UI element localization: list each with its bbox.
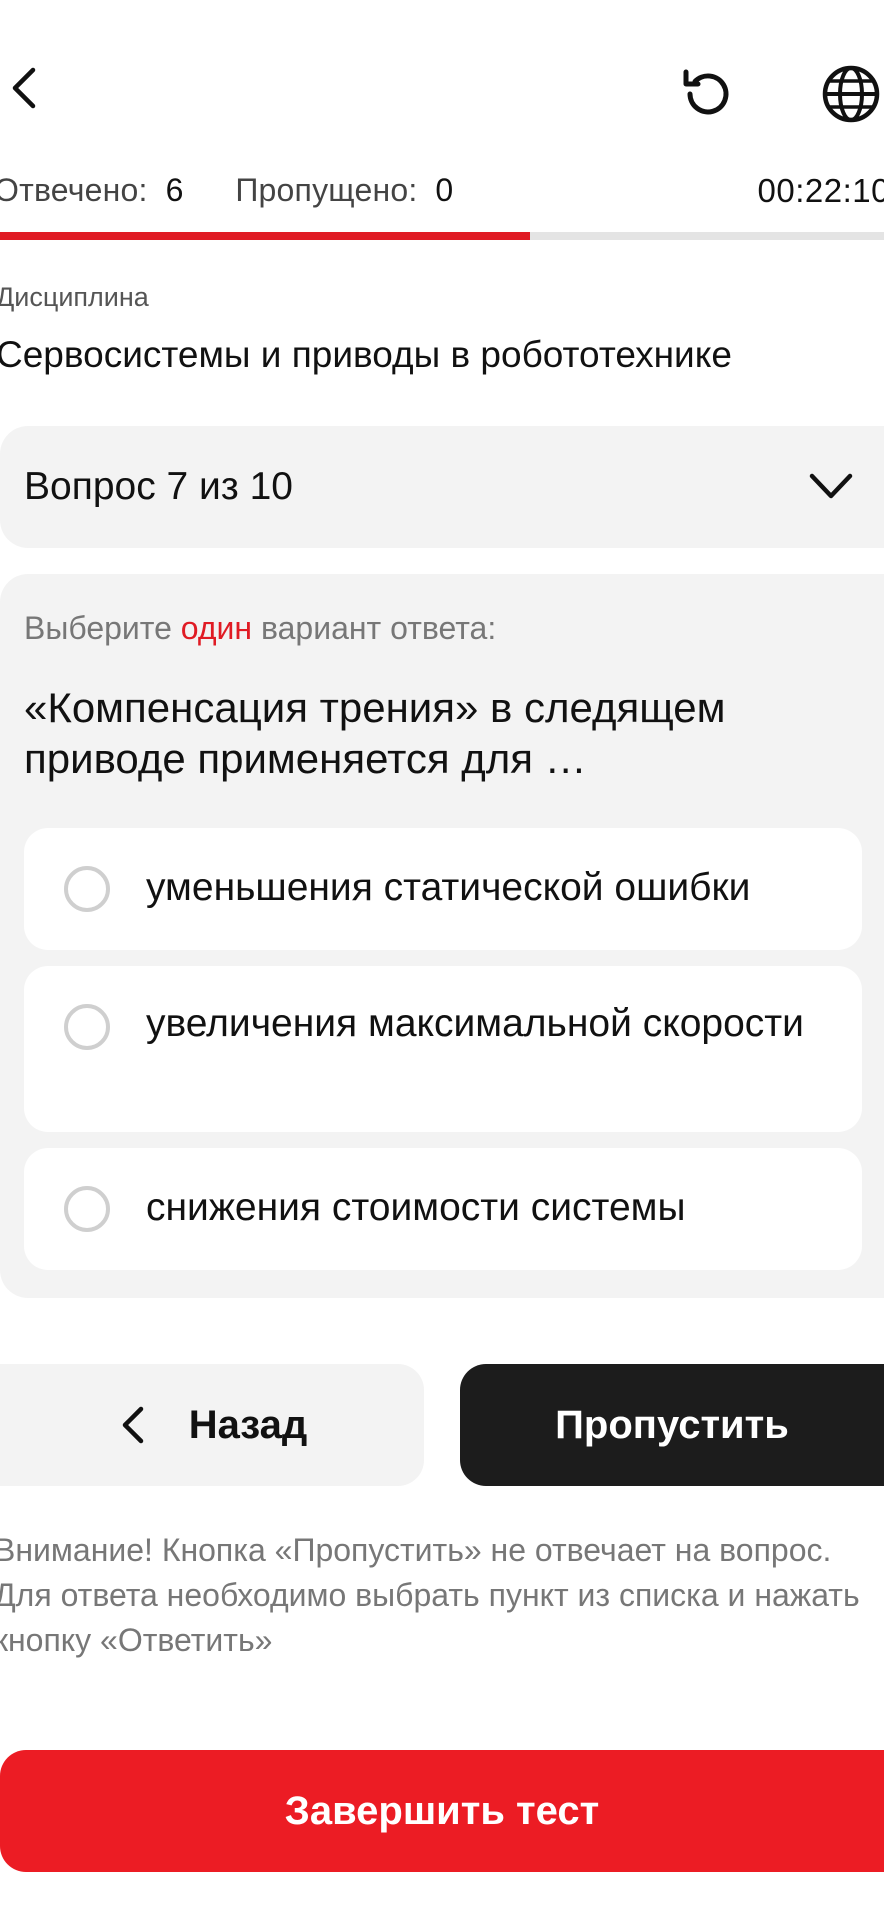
progress-fill <box>0 232 531 240</box>
finish-button-label: Завершить тест <box>284 1788 600 1833</box>
question-selector[interactable]: Вопрос 7 из 10 <box>0 426 884 548</box>
question-text: «Компенсация трения» в следящем приводе … <box>24 684 726 782</box>
back-arrow-icon[interactable] <box>0 62 48 114</box>
skip-warning: Внимание! Кнопка «Пропустить» не отвечае… <box>0 1532 860 1658</box>
answer-instruction: Выберите один вариант ответа: <box>24 610 496 647</box>
chevron-left-icon <box>122 1406 143 1444</box>
discipline-label: Дисциплина <box>0 282 149 312</box>
radio-button[interactable] <box>64 1004 110 1050</box>
answer-counters: Отвечено: 6 Пропущено: 0 <box>0 172 453 209</box>
radio-button[interactable] <box>64 866 110 912</box>
answer-option-text: уменьшения статической ошибки <box>146 866 751 909</box>
skipped-label: Пропущено: <box>235 172 418 208</box>
progress-bar <box>0 232 884 240</box>
answer-option[interactable]: уменьшения статической ошибки <box>24 828 862 950</box>
globe-icon[interactable] <box>818 62 884 126</box>
instruction-highlight: один <box>180 610 253 646</box>
answer-option-text: снижения стоимости системы <box>146 1186 686 1229</box>
skip-button-label: Пропустить <box>555 1402 789 1447</box>
answered-count: 6 <box>165 172 184 208</box>
chevron-down-icon <box>809 473 853 499</box>
answer-option[interactable]: снижения стоимости системы <box>24 1148 862 1270</box>
answer-option[interactable]: увеличения максимальной скорости <box>24 966 862 1132</box>
timer: 00:22:10 <box>757 172 884 209</box>
finish-test-button[interactable]: Завершить тест <box>0 1750 884 1872</box>
question-card: Выберите один вариант ответа: «Компенсац… <box>0 574 884 1298</box>
radio-button[interactable] <box>64 1186 110 1232</box>
skip-button[interactable]: Пропустить <box>460 1364 884 1486</box>
answer-option-text: увеличения максимальной скорости <box>146 1002 804 1045</box>
back-button[interactable]: Назад <box>0 1364 424 1486</box>
instruction-prefix: Выберите <box>24 610 172 646</box>
answered-label: Отвечено: <box>0 172 148 208</box>
back-button-label: Назад <box>188 1402 308 1447</box>
question-number: Вопрос 7 из 10 <box>24 465 293 508</box>
discipline-name: Сервосистемы и приводы в робототехнике <box>0 334 732 375</box>
skipped-count: 0 <box>435 172 454 208</box>
refresh-icon[interactable] <box>676 62 740 126</box>
instruction-suffix: вариант ответа: <box>260 610 497 646</box>
